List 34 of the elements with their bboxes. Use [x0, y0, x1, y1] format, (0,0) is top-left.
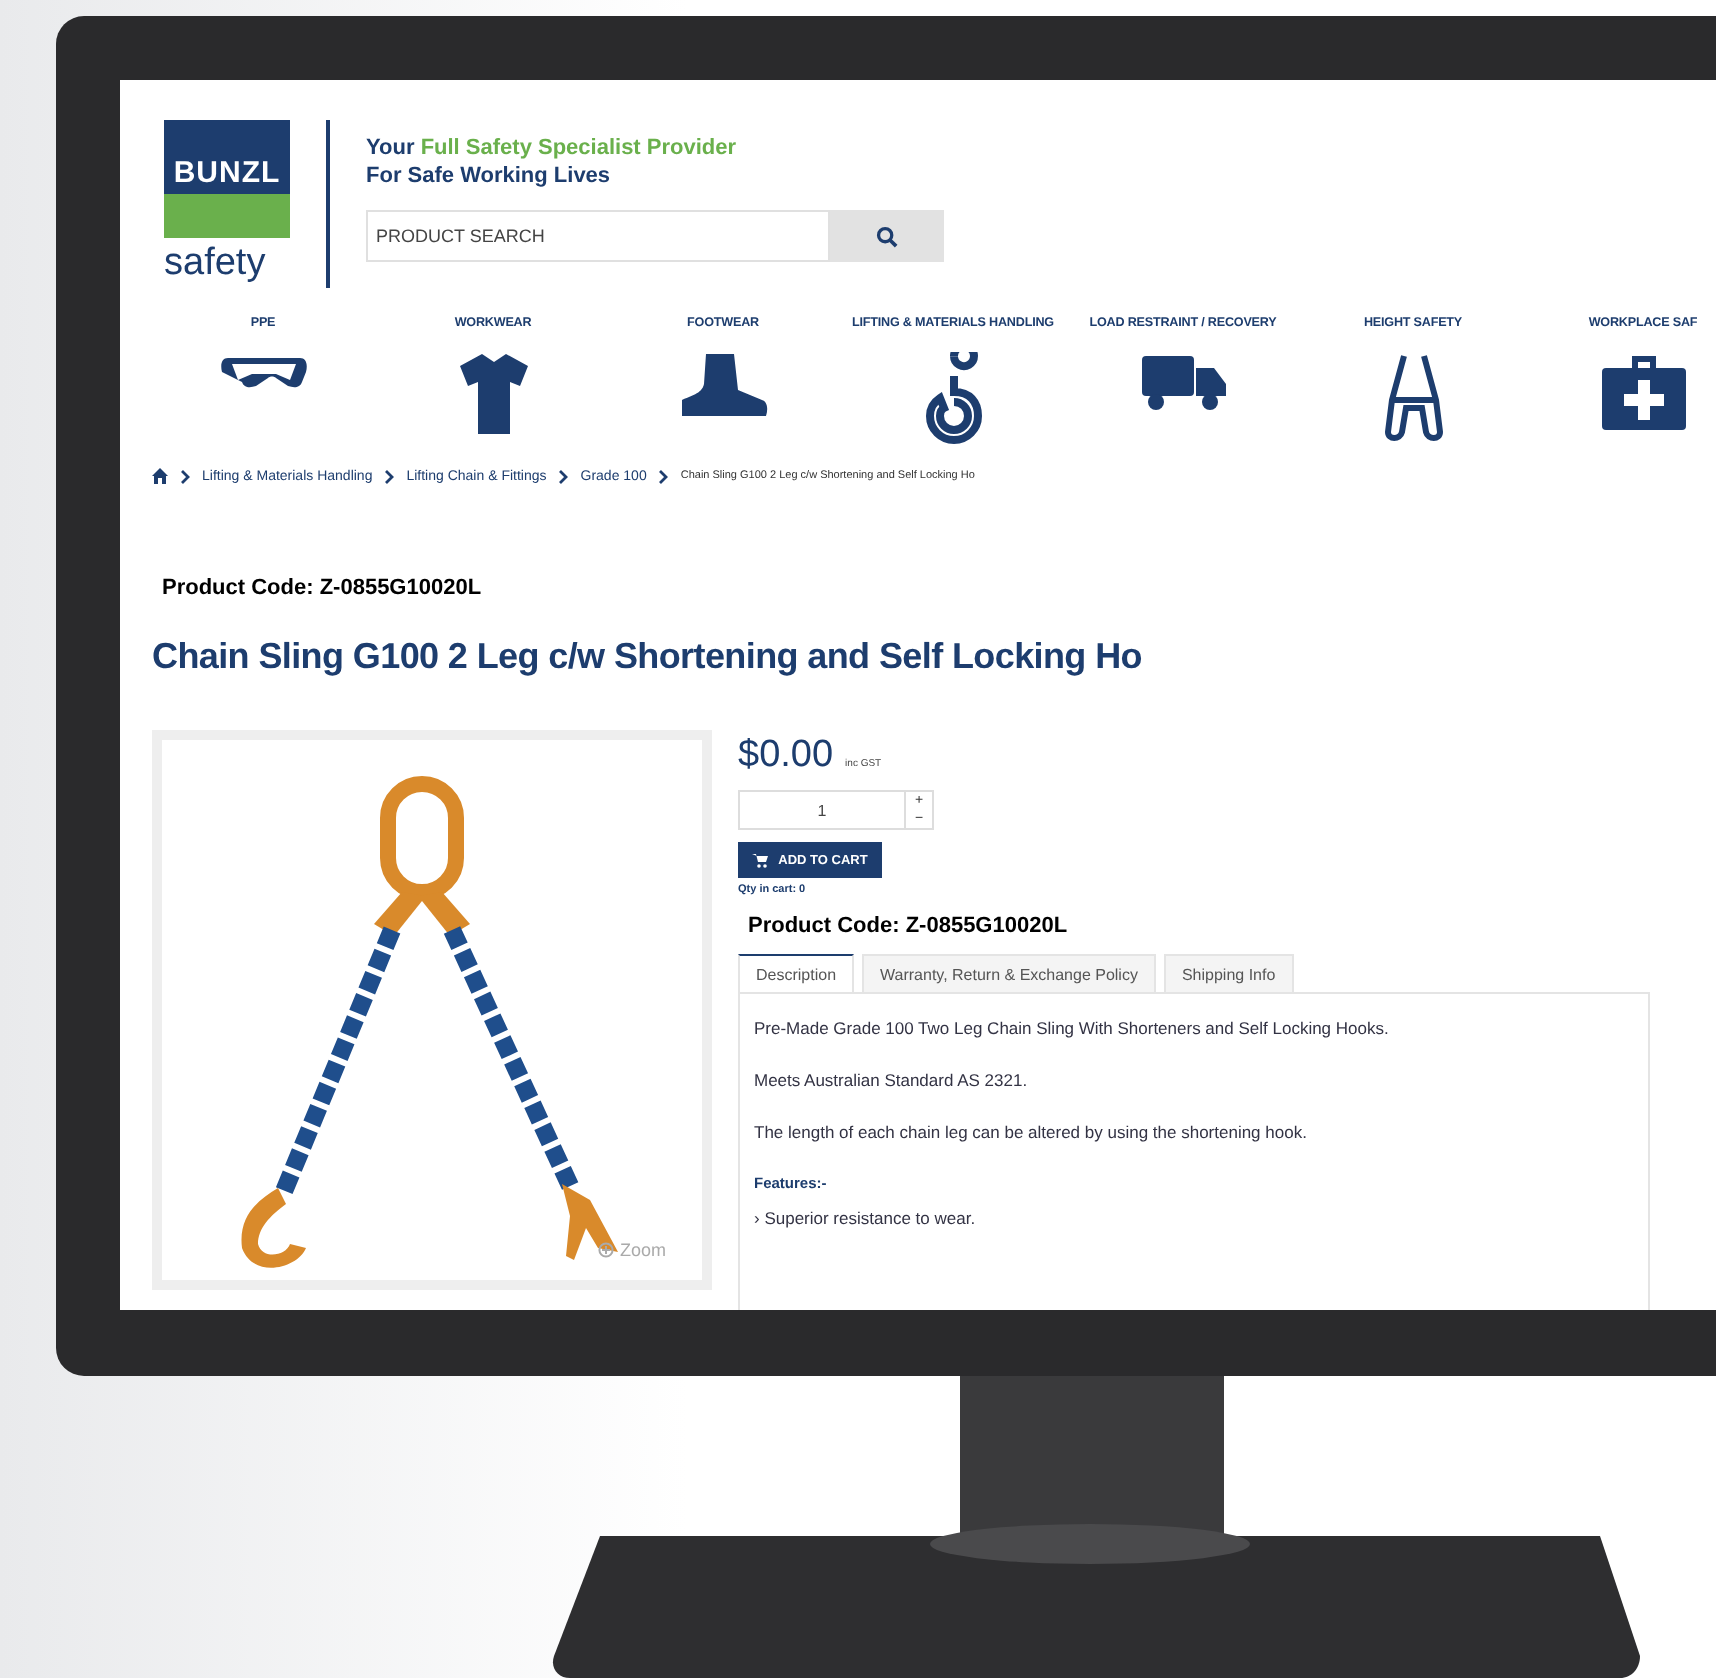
price: $0.00	[738, 734, 834, 778]
description-text: Meets Australian Standard AS 2321.	[754, 1070, 1030, 1090]
shirt-icon	[457, 352, 529, 436]
description-text: The length of each chain leg can be altered by using the shortening hook.	[754, 1122, 1309, 1142]
boot-icon	[677, 352, 769, 420]
chevron-icon	[658, 469, 669, 483]
chevron-icon	[384, 469, 395, 483]
hook-icon	[925, 352, 981, 444]
search-icon	[876, 225, 898, 247]
tagline: For Safe Working Lives	[366, 162, 613, 190]
description-text: Pre-Made Grade 100 Two Leg Chain Sling With Shorteners and Self Locking Hooks.	[754, 1018, 1391, 1038]
product-title: Chain Sling G100 2 Leg c/w Shortening and Self Locking Ho	[150, 634, 1144, 678]
chevron-icon	[180, 469, 190, 483]
tab[interactable]: Shipping Info	[1163, 954, 1294, 994]
tab[interactable]: Warranty, Return & Exchange Policy	[862, 954, 1156, 994]
product-code: Product Code: Z-0855G10020L	[160, 574, 484, 600]
cart-icon	[752, 853, 769, 867]
feature-item: › Superior resistance to wear.	[754, 1208, 978, 1228]
logo-text: BUNZL	[164, 120, 290, 194]
search-field[interactable]: PRODUCT SEARCH	[366, 210, 830, 262]
tab[interactable]: Description	[738, 954, 855, 994]
goggles-icon	[219, 352, 307, 392]
product-code: Product Code: Z-0855G10020L	[746, 912, 1070, 942]
quantity-field[interactable]: 1	[738, 790, 906, 830]
logo-subtext: safety	[164, 240, 268, 286]
search-button[interactable]	[830, 210, 944, 262]
home-icon[interactable]	[152, 468, 168, 484]
first-aid-kit-icon	[1599, 352, 1687, 432]
tagline: Your Full Safety Specialist Provider	[366, 134, 739, 162]
logo-stripe	[164, 194, 290, 238]
zoom-icon	[597, 1242, 614, 1258]
chevron-icon	[558, 469, 569, 483]
harness-icon	[1383, 352, 1443, 444]
truck-icon	[1139, 352, 1227, 412]
